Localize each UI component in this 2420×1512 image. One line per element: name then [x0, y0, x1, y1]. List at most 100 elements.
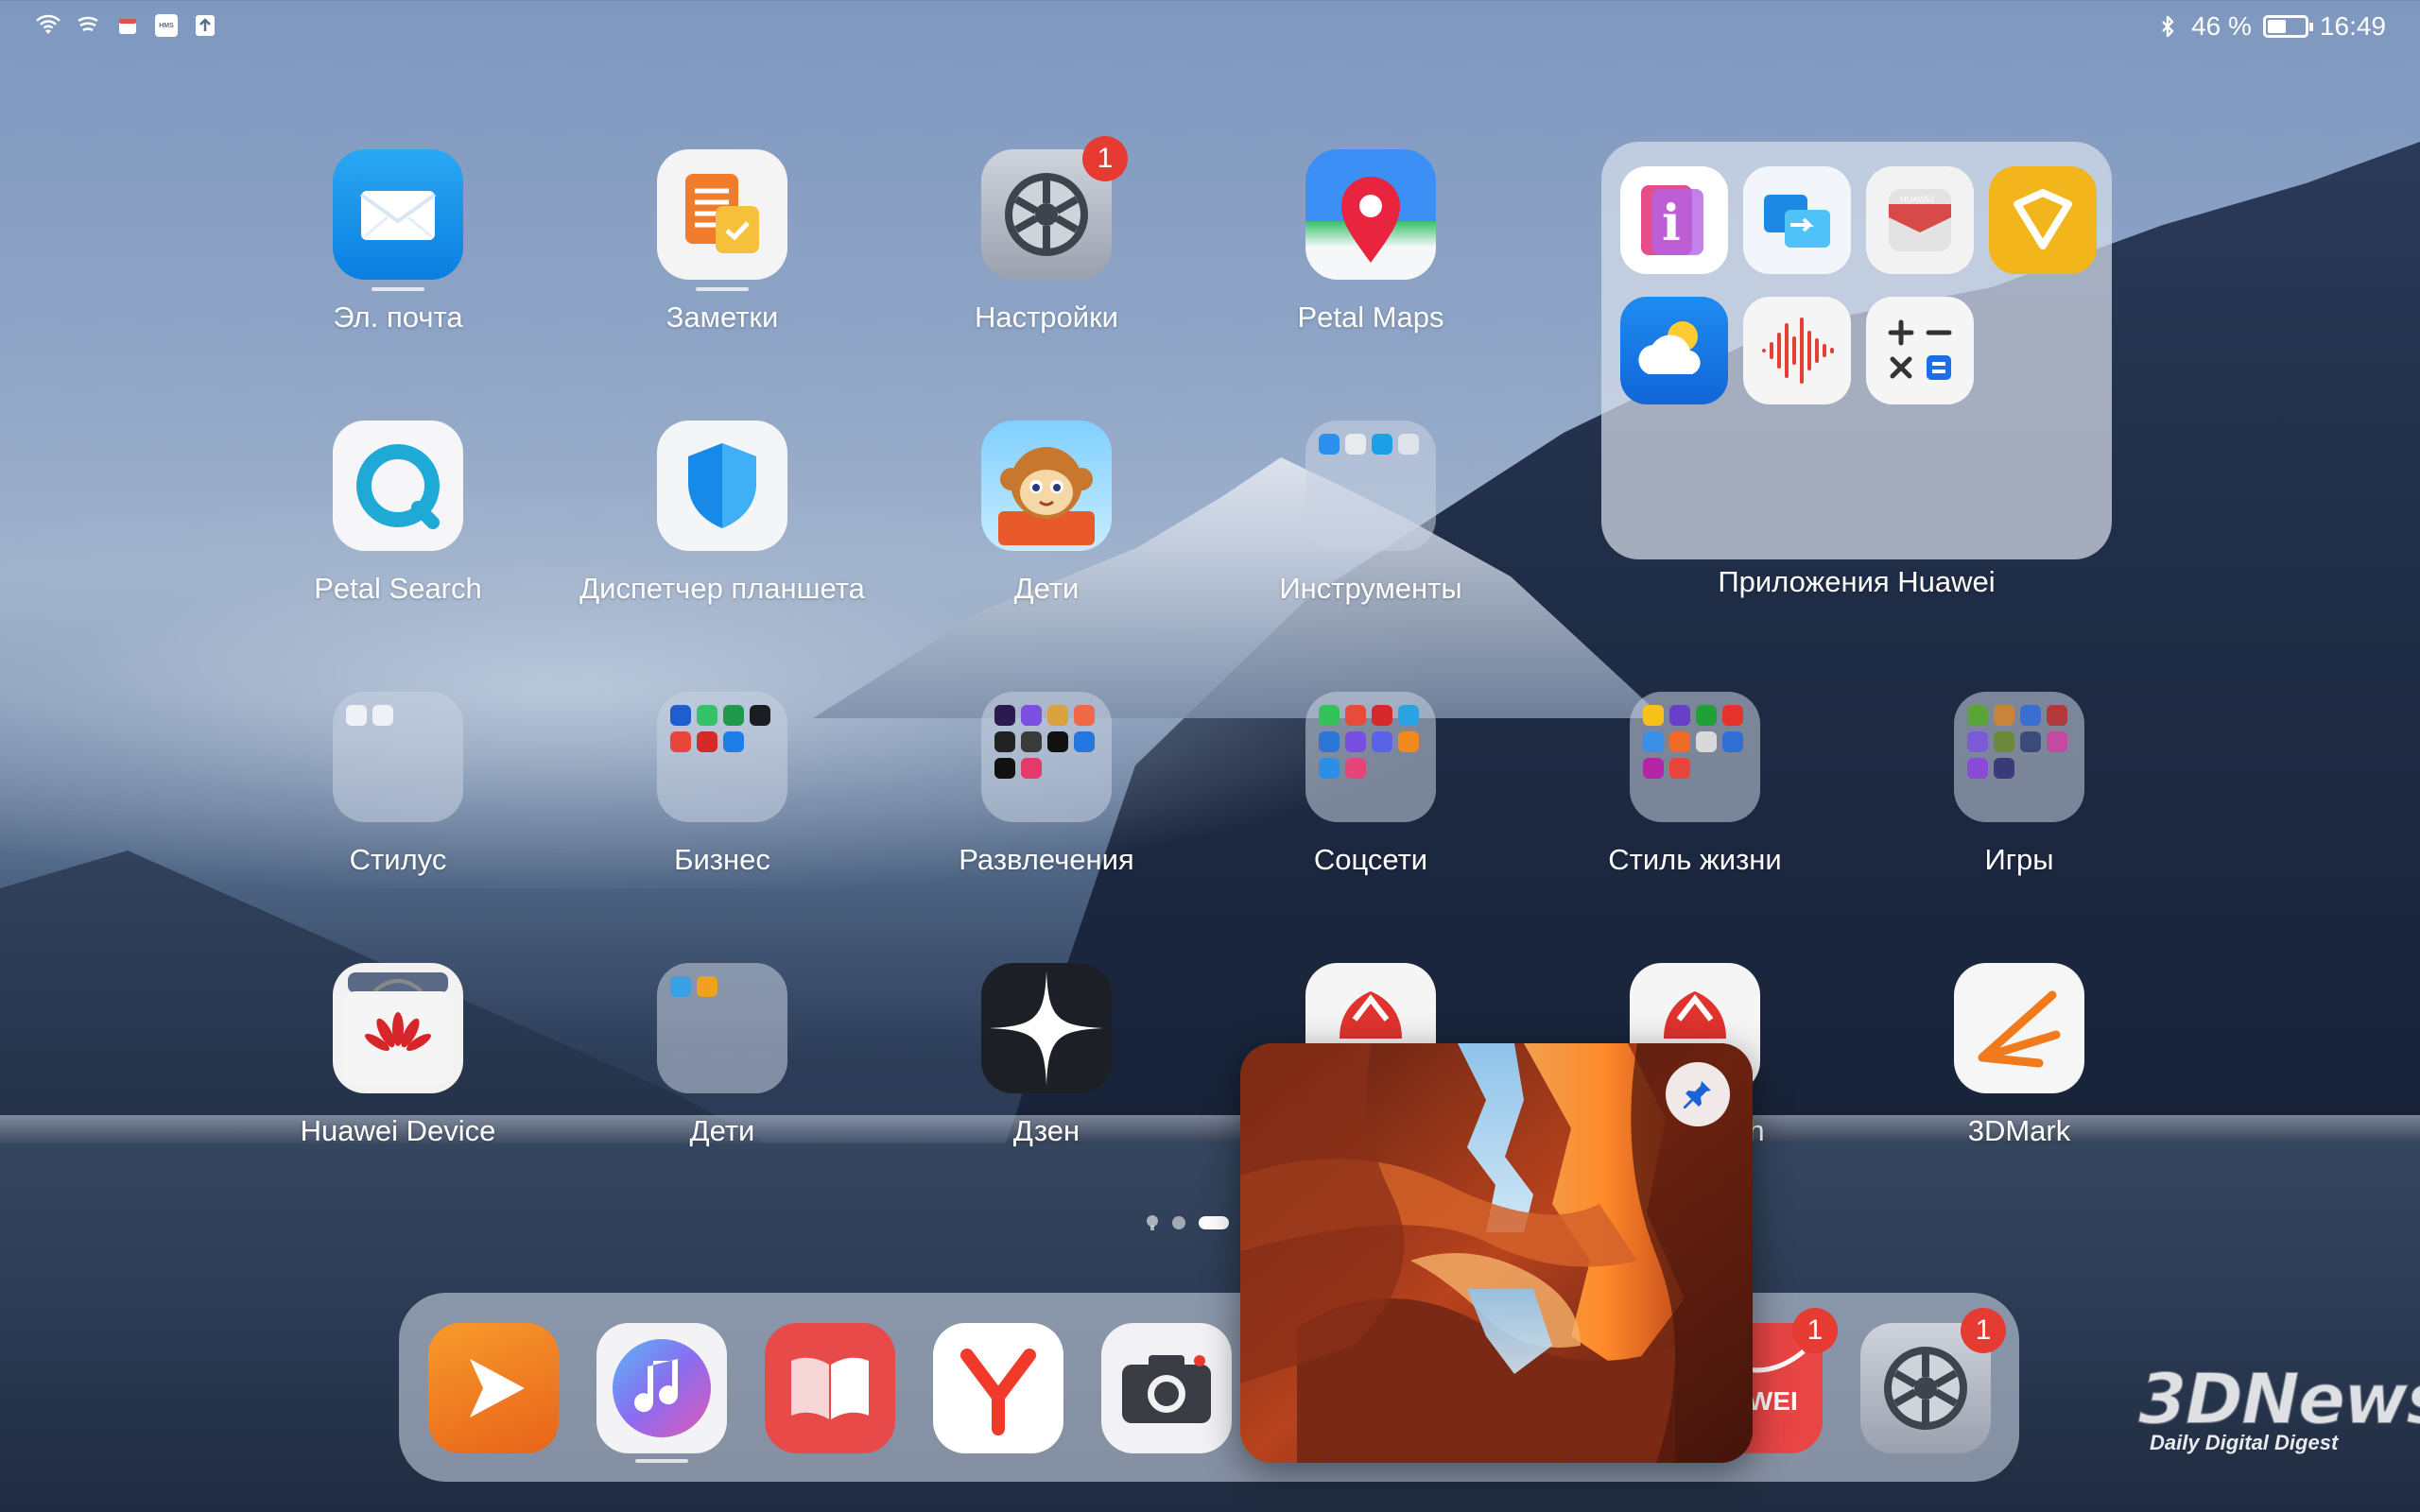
page-dot-active[interactable]: [1199, 1216, 1229, 1229]
sber-icon: [1696, 705, 1717, 726]
multicolor-app-icon: [1345, 758, 1366, 779]
app-label: Huawei Device: [300, 1114, 496, 1147]
skype-icon: [1319, 758, 1340, 779]
entertainment-folder-icon[interactable]: [981, 692, 1112, 822]
start-icon: [1021, 758, 1042, 779]
app-zen[interactable]: Дзен: [905, 963, 1188, 1171]
app-label: Стилус: [349, 843, 447, 876]
app-label: Диспетчер планшета: [579, 572, 865, 605]
wifi-icon: [36, 13, 60, 38]
viber-icon: [1345, 731, 1366, 752]
weather-icon[interactable]: [1620, 297, 1728, 404]
folder-lifestyle[interactable]: Стиль жизни: [1553, 692, 1837, 900]
telegram-icon: [1398, 705, 1419, 726]
folder-social[interactable]: Соцсети: [1229, 692, 1512, 900]
app-kids[interactable]: Дети: [905, 421, 1188, 628]
app-petal-maps[interactable]: Petal Maps: [1229, 149, 1512, 357]
okko-icon: [1021, 705, 1042, 726]
monkey-icon[interactable]: [981, 421, 1112, 551]
appgallery-icon[interactable]: HUAWEI: [1866, 166, 1974, 274]
home-page-icon[interactable]: [1146, 1214, 1159, 1231]
huawei-bag-icon[interactable]: [333, 963, 463, 1093]
contacts-icon: [1319, 434, 1340, 455]
floating-image-window[interactable]: [1240, 1043, 1753, 1463]
app-mail[interactable]: Эл. почта: [256, 149, 540, 357]
folder-tools[interactable]: Инструменты: [1229, 421, 1512, 628]
ivi-icon: [994, 705, 1015, 726]
kids-game-icon: [670, 976, 691, 997]
zen-star-icon[interactable]: [981, 963, 1112, 1093]
game-10-icon: [1994, 758, 2014, 779]
folder-kids[interactable]: Дети: [580, 963, 864, 1171]
compass-icon: [1345, 434, 1366, 455]
mail-icon[interactable]: [333, 149, 463, 280]
huawei-video-icon[interactable]: [428, 1323, 559, 1453]
bluetooth-icon: [2155, 14, 2180, 39]
huawei-themes-icon[interactable]: [1989, 166, 2097, 274]
avito-icon: [1643, 731, 1664, 752]
folder-entertainment[interactable]: Развлечения: [905, 692, 1188, 900]
app-label: Дети: [1013, 572, 1080, 605]
kinopoisk-icon: [1074, 705, 1095, 726]
app-label: Инструменты: [1279, 572, 1462, 605]
game-8-icon: [2047, 731, 2067, 752]
tiktok-small-icon: [994, 758, 1015, 779]
calculator-icon[interactable]: [1866, 297, 1974, 404]
app-huawei-device[interactable]: Huawei Device: [256, 963, 540, 1171]
map-pin-icon[interactable]: [1305, 149, 1436, 280]
app-label: Дети: [689, 1114, 755, 1147]
sheets-icon: [723, 705, 744, 726]
battery-level: [2267, 20, 2287, 33]
game-2-icon: [1994, 705, 2014, 726]
kids-folder-icon[interactable]: [657, 963, 787, 1093]
app-petal-search[interactable]: Petal Search: [256, 421, 540, 628]
phone-clone-icon[interactable]: [1743, 166, 1851, 274]
notes-icon[interactable]: [657, 149, 787, 280]
app-settings[interactable]: 1 Настройки: [905, 136, 1188, 357]
svg-text:i: i: [1662, 195, 1681, 252]
ok-icon: [1398, 731, 1419, 752]
lifestyle-folder-icon[interactable]: [1630, 692, 1760, 822]
folder-stylus[interactable]: Стилус: [256, 692, 540, 900]
yandex-browser-icon[interactable]: [933, 1323, 1063, 1453]
app-label: Игры: [1984, 843, 2054, 876]
hms-icon: HMS: [155, 14, 178, 37]
app-label: Настройки: [974, 301, 1118, 334]
upload-icon: [193, 13, 217, 38]
running-indicator: [635, 1459, 688, 1463]
recorder-icon[interactable]: [1743, 297, 1851, 404]
app-tablet-manager[interactable]: Диспетчер планшета: [579, 421, 865, 628]
app-notes[interactable]: Заметки: [580, 149, 864, 357]
search-icon[interactable]: [333, 421, 463, 551]
tools-folder-icon[interactable]: [1305, 421, 1436, 551]
music-icon[interactable]: [596, 1323, 727, 1453]
stylus-folder-icon[interactable]: [333, 692, 463, 822]
app-label: 3DMark: [1967, 1114, 2071, 1147]
business-folder-icon[interactable]: [657, 692, 787, 822]
books-icon[interactable]: [765, 1323, 895, 1453]
page-indicator[interactable]: [1146, 1214, 1229, 1231]
tiktok-icon: [1047, 731, 1068, 752]
shield-icon[interactable]: [657, 421, 787, 551]
running-indicator: [696, 287, 749, 291]
notification-app-icon: [115, 13, 140, 38]
status-icons-right: 46 % 16:49: [2155, 11, 2386, 42]
game-5-icon: [1967, 731, 1988, 752]
3dnews-watermark: 3DNews Daily Digital Digest: [2137, 1364, 2420, 1455]
3dmark-icon[interactable]: [1954, 963, 2084, 1093]
player-icon: [994, 731, 1015, 752]
camera-icon[interactable]: [1101, 1323, 1232, 1453]
tips-icon[interactable]: i: [1620, 166, 1728, 274]
pin-icon[interactable]: [1666, 1062, 1730, 1126]
social-folder-icon[interactable]: [1305, 692, 1436, 822]
folder-huawei-apps-expanded[interactable]: i HUAWEI: [1601, 142, 2112, 559]
folder-games[interactable]: Игры: [1877, 692, 2161, 900]
page-dot[interactable]: [1172, 1216, 1185, 1229]
games-folder-icon[interactable]: [1954, 692, 2084, 822]
mvideo-icon: [1722, 705, 1743, 726]
folder-business[interactable]: Бизнес: [580, 692, 864, 900]
doc-icon: [670, 731, 691, 752]
app-3dmark[interactable]: 3DMark: [1877, 963, 2161, 1171]
game-6-icon: [1994, 731, 2014, 752]
hotspot-icon: [76, 13, 100, 38]
